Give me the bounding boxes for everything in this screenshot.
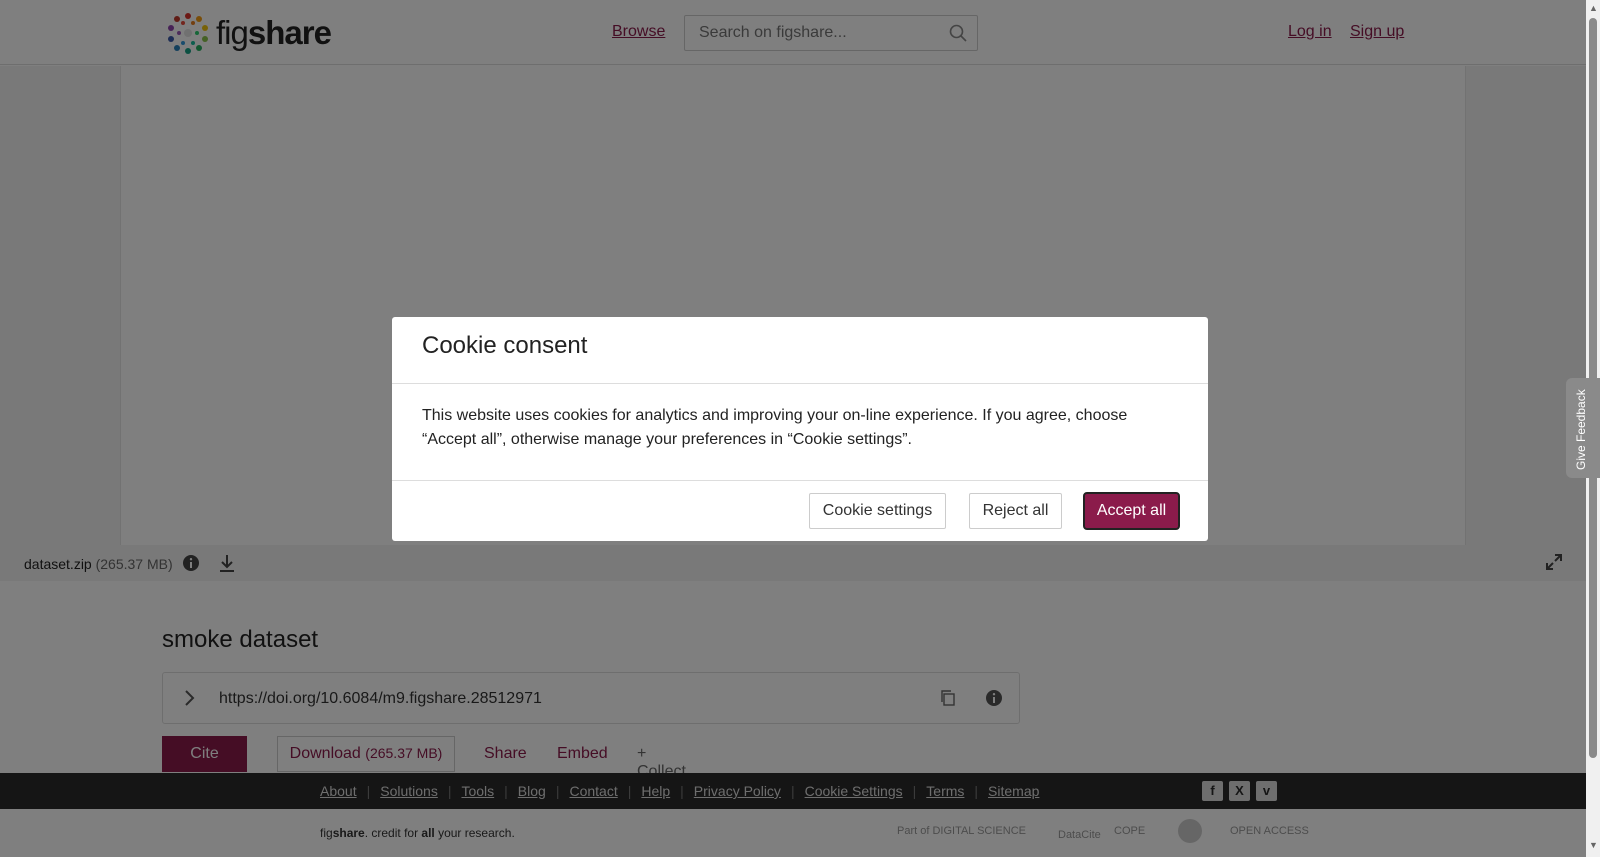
cookie-settings-button[interactable]: Cookie settings (809, 493, 946, 529)
dialog-title: Cookie consent (422, 332, 588, 359)
cookie-consent-dialog: Cookie consent This website uses cookies… (392, 317, 1208, 541)
reject-all-button[interactable]: Reject all (969, 493, 1062, 529)
dialog-header: Cookie consent (392, 317, 1208, 384)
scroll-down-arrow-icon[interactable]: ▼ (1589, 840, 1598, 850)
dialog-body: This website uses cookies for analytics … (392, 384, 1208, 481)
accept-all-button[interactable]: Accept all (1083, 492, 1180, 530)
dialog-footer: Cookie settings Reject all Accept all (392, 481, 1208, 541)
scroll-up-arrow-icon[interactable]: ▲ (1589, 3, 1598, 13)
give-feedback-tab[interactable]: Give Feedback (1566, 378, 1600, 478)
feedback-label: Give Feedback (1574, 389, 1588, 470)
